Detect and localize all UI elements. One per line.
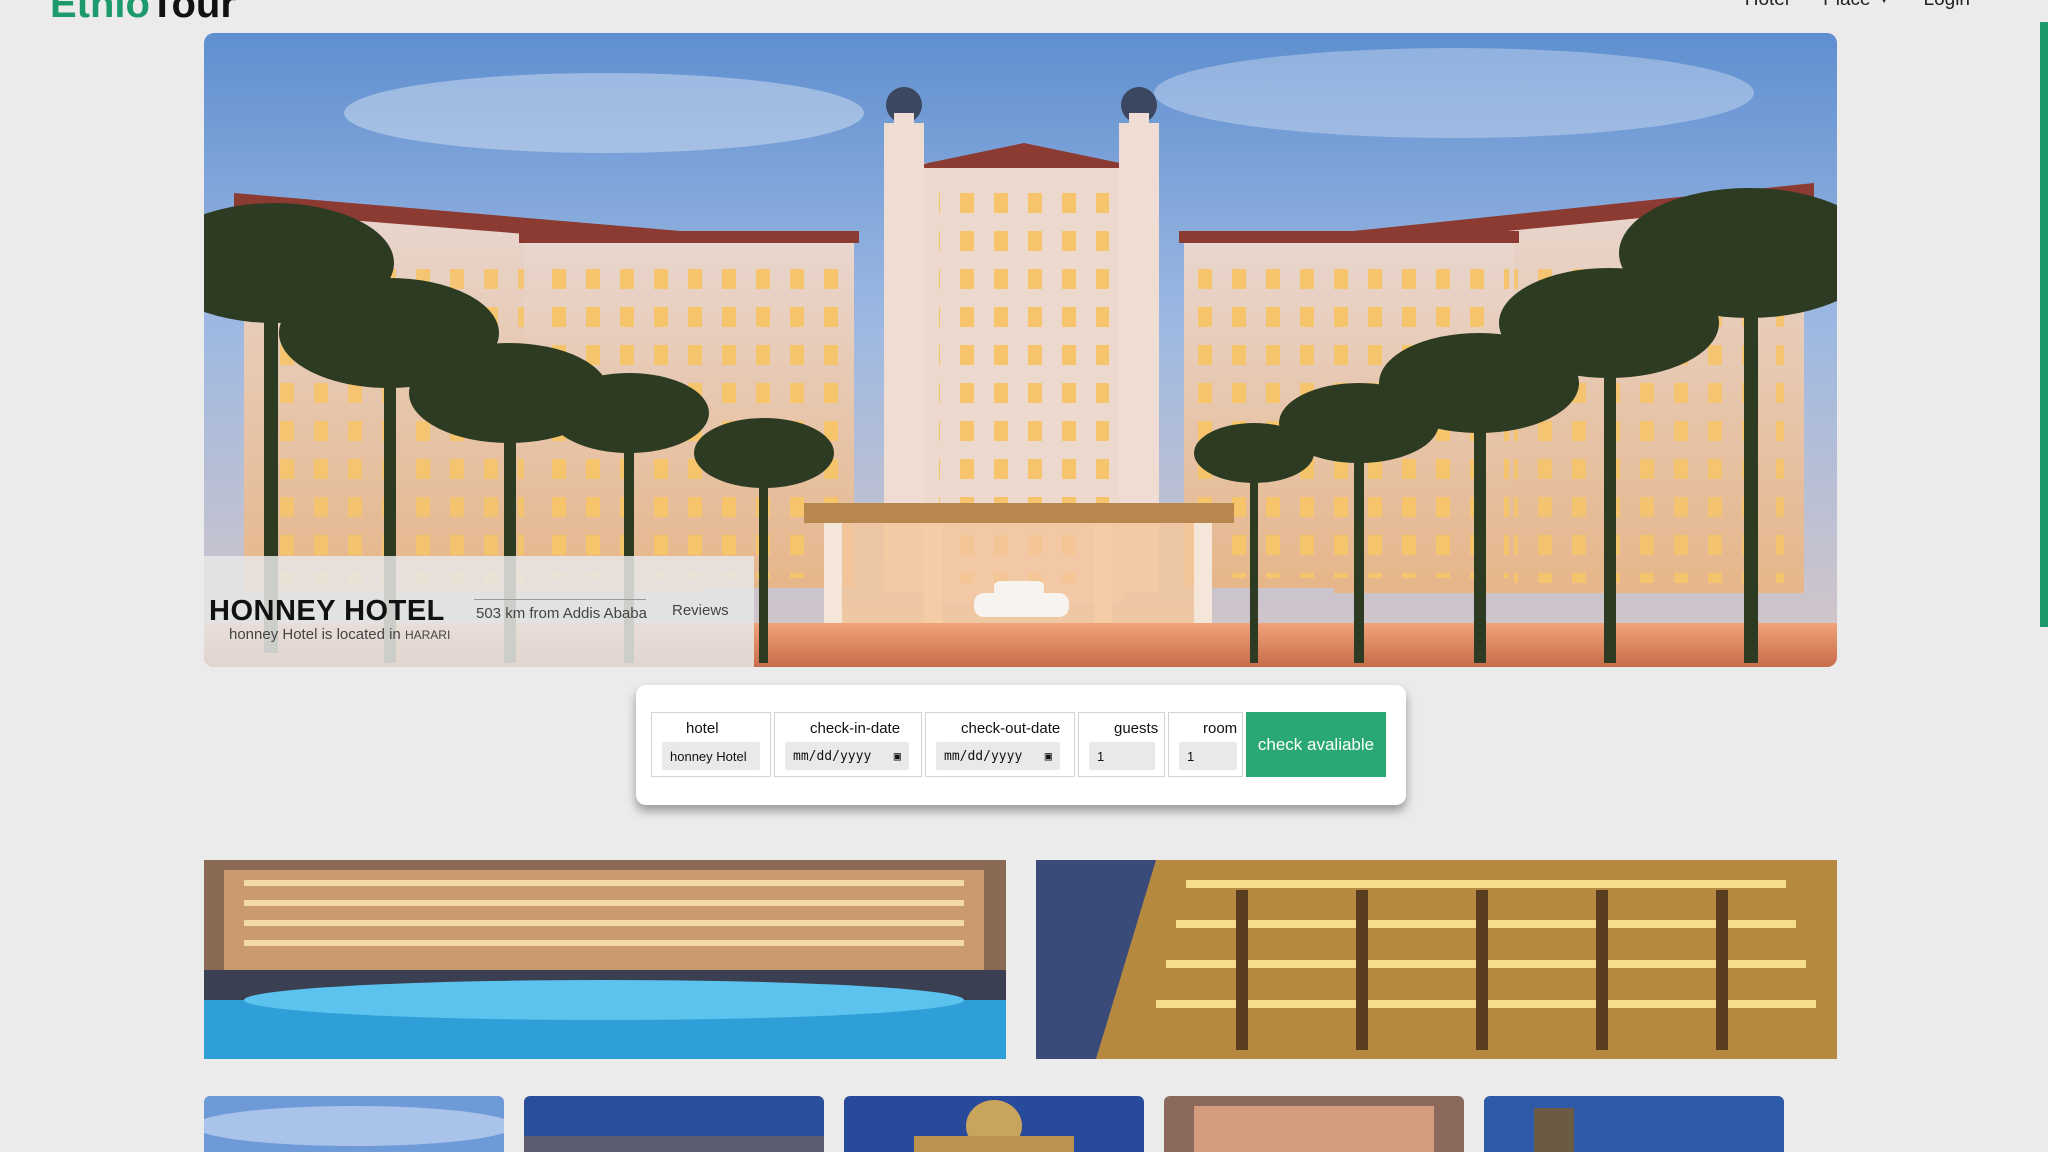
booking-form: hotel honney Hotel check-in-date mm/dd/y…	[636, 685, 1406, 805]
thumb-2-image	[524, 1096, 824, 1152]
resort-pool-image	[204, 860, 1006, 1059]
brand-part-1: Ethio	[50, 0, 150, 26]
chevron-down-icon: ▼	[1878, 0, 1890, 6]
nav-login-link[interactable]: Login	[1924, 0, 1971, 9]
nav-place-label: Place	[1823, 0, 1871, 10]
nav-place-dropdown[interactable]: Place ▼	[1823, 0, 1889, 9]
hotel-location: honney Hotel is located in HARARI	[229, 626, 450, 643]
brand-part-2: Tour	[149, 0, 236, 26]
guests-input[interactable]: 1	[1089, 742, 1155, 770]
gallery-thumb-3[interactable]	[844, 1096, 1144, 1152]
thumb-1-image	[204, 1096, 504, 1152]
reviews-link[interactable]: Reviews	[672, 602, 729, 619]
gallery-thumb-4[interactable]	[1164, 1096, 1464, 1152]
thumb-5-image	[1484, 1096, 1784, 1152]
thumb-3-image	[844, 1096, 1144, 1152]
nav-menu: Hotel Place ▼ Login	[1745, 0, 1970, 9]
check-out-placeholder: mm/dd/yyyy	[944, 748, 1023, 764]
location-text: honney Hotel is located in	[229, 626, 401, 643]
calendar-icon[interactable]: ▣	[894, 749, 901, 763]
night-facade-image	[1036, 860, 1837, 1059]
check-in-placeholder: mm/dd/yyyy	[793, 748, 872, 764]
room-field: room 1	[1168, 712, 1243, 777]
room-input[interactable]: 1	[1179, 742, 1237, 770]
guests-field: guests 1	[1078, 712, 1165, 777]
nav-hotel-link[interactable]: Hotel	[1745, 0, 1789, 9]
check-available-button[interactable]: check avaliable	[1246, 712, 1386, 777]
hotel-input[interactable]: honney Hotel	[662, 742, 760, 770]
check-out-input[interactable]: mm/dd/yyyy ▣	[936, 742, 1060, 770]
hotel-field-label: hotel	[686, 720, 719, 737]
gallery-image-night-facade[interactable]	[1036, 860, 1837, 1059]
guests-label: guests	[1114, 720, 1159, 737]
caption-divider	[474, 599, 646, 600]
check-in-input[interactable]: mm/dd/yyyy ▣	[785, 742, 909, 770]
gallery-image-resort-pool[interactable]	[204, 860, 1006, 1059]
top-navbar: EthioTour Hotel Place ▼ Login	[0, 0, 2048, 32]
room-label: room	[1203, 720, 1238, 737]
brand-logo[interactable]: EthioTour	[50, 0, 236, 24]
gallery-thumb-2[interactable]	[524, 1096, 824, 1152]
hotel-distance: 503 km from Addis Ababa	[476, 605, 647, 622]
gallery-thumb-5[interactable]	[1484, 1096, 1784, 1152]
check-out-field: check-out-date mm/dd/yyyy ▣	[925, 712, 1075, 777]
calendar-icon[interactable]: ▣	[1045, 749, 1052, 763]
location-region: HARARI	[404, 628, 451, 642]
hotel-title: HONNEY HOTEL	[209, 595, 445, 627]
check-in-label: check-in-date	[810, 720, 901, 737]
check-out-label: check-out-date	[961, 720, 1061, 737]
scrollbar-thumb[interactable]	[2040, 22, 2048, 627]
gallery-thumb-1[interactable]	[204, 1096, 504, 1152]
hero-banner: HONNEY HOTEL 503 km from Addis Ababa Rev…	[204, 33, 1837, 667]
check-in-field: check-in-date mm/dd/yyyy ▣	[774, 712, 922, 777]
thumb-4-image	[1164, 1096, 1464, 1152]
hotel-field: hotel honney Hotel	[651, 712, 771, 777]
